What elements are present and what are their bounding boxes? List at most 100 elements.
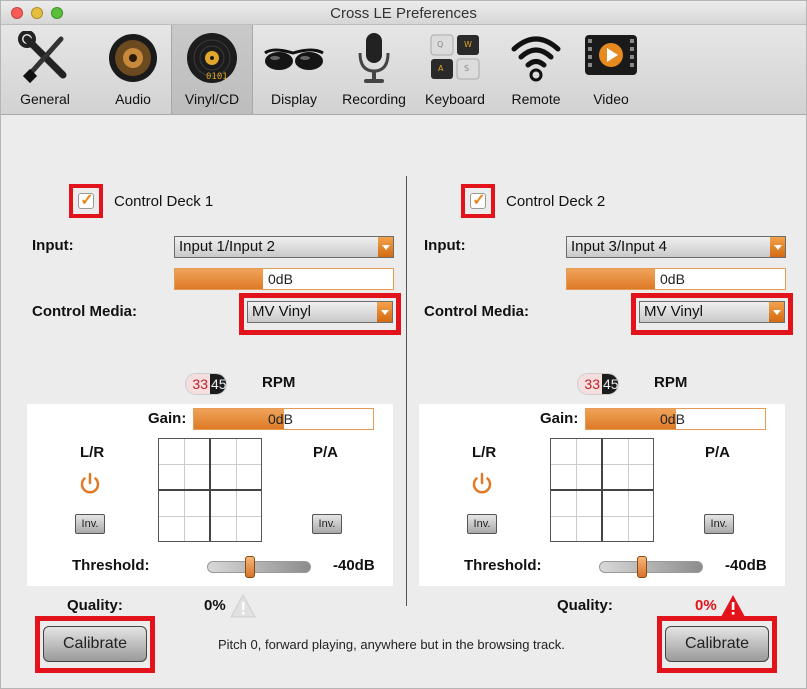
- rpm-45-option: 45: [602, 374, 619, 394]
- keyboard-keys-icon: Q W A S: [430, 34, 480, 80]
- quality-label: Quality:: [67, 597, 123, 614]
- tab-vinyl-cd[interactable]: 0101 Vinyl/CD: [171, 25, 253, 114]
- tab-audio-label: Audio: [115, 91, 151, 107]
- signal-scope: [158, 438, 262, 542]
- input-level-fill: [567, 269, 655, 289]
- rpm-45-option: 45: [210, 374, 227, 394]
- control-media-select[interactable]: MV Vinyl: [247, 301, 393, 323]
- tab-video[interactable]: Video: [581, 31, 641, 111]
- tab-recording[interactable]: Recording: [337, 31, 411, 111]
- checkmark-icon: ✓: [80, 192, 94, 209]
- pa-label: P/A: [705, 444, 731, 461]
- quality-label: Quality:: [557, 597, 613, 614]
- speaker-icon: [109, 34, 157, 82]
- tab-video-label: Video: [593, 91, 629, 107]
- window-title: Cross LE Preferences: [330, 5, 477, 22]
- rpm-toggle[interactable]: 33 45: [577, 373, 619, 395]
- input-select[interactable]: Input 1/Input 2: [174, 236, 394, 258]
- lr-label: L/R: [472, 444, 497, 461]
- gain-slider[interactable]: 0dB: [585, 408, 766, 430]
- tab-keyboard[interactable]: Q W A S Keyboard: [419, 31, 491, 111]
- microphone-icon: [358, 33, 390, 83]
- warning-icon: [230, 594, 256, 618]
- chevron-down-icon: [377, 302, 392, 322]
- rpm-33-option: 33: [186, 374, 210, 394]
- rpm-33-option: 33: [578, 374, 602, 394]
- svg-text:A: A: [438, 64, 444, 73]
- preferences-toolbar: General Audio 0101 Vinyl/CD Display Reco…: [1, 25, 806, 115]
- tab-general[interactable]: General: [15, 31, 75, 111]
- vinyl-cd-icon: 0101: [187, 33, 237, 83]
- power-toggle-icon[interactable]: [470, 472, 494, 496]
- threshold-label: Threshold:: [72, 557, 150, 574]
- calibrate-button[interactable]: Calibrate: [43, 626, 147, 662]
- tab-display-label: Display: [271, 91, 317, 107]
- wrench-screwdriver-icon: [18, 31, 67, 84]
- sunglasses-icon: [264, 48, 324, 70]
- tab-audio[interactable]: Audio: [105, 31, 161, 111]
- checkmark-icon: ✓: [472, 192, 486, 209]
- pa-label: P/A: [313, 444, 339, 461]
- chevron-down-icon: [770, 237, 785, 257]
- warning-icon: [721, 595, 745, 617]
- threshold-value: -40dB: [725, 557, 767, 574]
- input-label: Input:: [424, 237, 466, 254]
- tab-recording-label: Recording: [342, 91, 406, 107]
- gain-slider[interactable]: 0dB: [193, 408, 374, 430]
- vinyl-cd-settings-panel: ✓ Control Deck 1 Input: Input 1/Input 2 …: [1, 116, 806, 688]
- calibrate-button[interactable]: Calibrate: [665, 626, 769, 662]
- chevron-down-icon: [769, 302, 784, 322]
- input-level-fill: [175, 269, 263, 289]
- threshold-slider-thumb[interactable]: [245, 556, 255, 578]
- pa-invert-button[interactable]: Inv.: [704, 514, 734, 534]
- input-select-value: Input 1/Input 2: [179, 238, 275, 255]
- threshold-value: -40dB: [333, 557, 375, 574]
- tab-remote-label: Remote: [511, 91, 561, 107]
- rpm-label: RPM: [654, 374, 688, 391]
- power-toggle-icon[interactable]: [78, 472, 102, 496]
- tab-vinyl-cd-label: Vinyl/CD: [184, 91, 240, 107]
- svg-text:Q: Q: [437, 40, 443, 49]
- input-select-value: Input 3/Input 4: [571, 238, 667, 255]
- deck-1-settings: ✓ Control Deck 1 Input: Input 1/Input 2 …: [1, 116, 401, 688]
- gain-label: Gain:: [148, 410, 187, 427]
- svg-text:0101: 0101: [206, 72, 228, 82]
- lr-label: L/R: [80, 444, 105, 461]
- pa-invert-button[interactable]: Inv.: [312, 514, 342, 534]
- input-level-meter: 0dB: [566, 268, 786, 290]
- control-media-value: MV Vinyl: [644, 303, 703, 320]
- control-deck-1-checkbox[interactable]: ✓: [78, 192, 94, 209]
- tab-remote[interactable]: Remote: [501, 31, 571, 111]
- svg-text:W: W: [464, 40, 472, 49]
- rpm-label: RPM: [262, 374, 296, 391]
- tab-display[interactable]: Display: [263, 31, 325, 111]
- control-media-label: Control Media:: [424, 303, 529, 320]
- threshold-slider-track[interactable]: [599, 561, 703, 573]
- control-media-value: MV Vinyl: [252, 303, 311, 320]
- control-media-select[interactable]: MV Vinyl: [639, 301, 785, 323]
- quality-value: 0%: [204, 597, 226, 614]
- preferences-window: Cross LE Preferences General Audio 0101 …: [0, 0, 807, 689]
- threshold-slider-track[interactable]: [207, 561, 311, 573]
- lr-invert-button[interactable]: Inv.: [75, 514, 105, 534]
- threshold-label: Threshold:: [464, 557, 542, 574]
- svg-text:S: S: [464, 64, 469, 73]
- control-deck-2-label: Control Deck 2: [506, 193, 606, 210]
- input-level-value: 0dB: [268, 271, 293, 287]
- gain-value: 0dB: [268, 411, 293, 427]
- lr-invert-button[interactable]: Inv.: [467, 514, 497, 534]
- threshold-slider-thumb[interactable]: [637, 556, 647, 578]
- control-deck-1-label: Control Deck 1: [114, 193, 214, 210]
- input-label: Input:: [32, 237, 74, 254]
- input-level-value: 0dB: [660, 271, 685, 287]
- gain-value: 0dB: [660, 411, 685, 427]
- tab-general-label: General: [20, 91, 70, 107]
- input-level-meter: 0dB: [174, 268, 394, 290]
- control-deck-2-checkbox[interactable]: ✓: [470, 192, 486, 209]
- video-play-icon: [585, 35, 637, 75]
- input-select[interactable]: Input 3/Input 4: [566, 236, 786, 258]
- rpm-toggle[interactable]: 33 45: [185, 373, 227, 395]
- calibration-hint: Pitch 0, forward playing, anywhere but i…: [218, 637, 565, 652]
- tab-keyboard-label: Keyboard: [425, 91, 485, 107]
- quality-value: 0%: [695, 597, 717, 614]
